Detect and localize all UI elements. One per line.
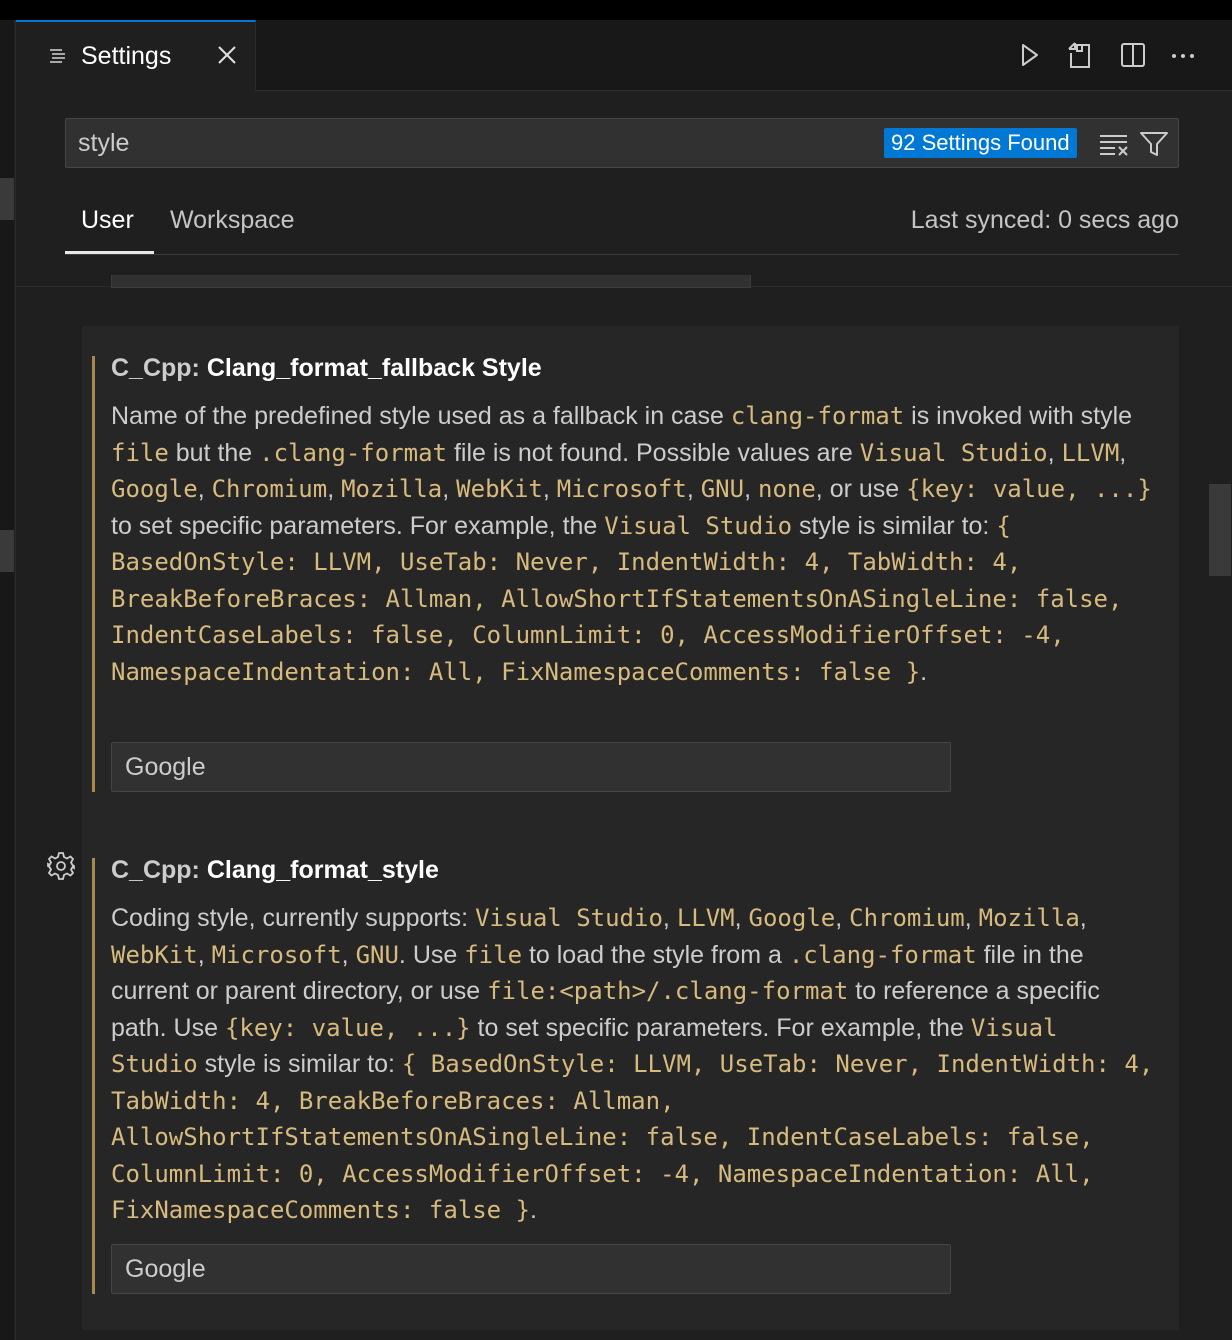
inline-code: file bbox=[464, 940, 523, 969]
setting-name: Clang_format_fallback Style bbox=[206, 354, 542, 382]
sidebar-rail-marker bbox=[0, 530, 14, 572]
setting-name: Clang_format_style bbox=[206, 856, 439, 884]
setting-category: C_Cpp: bbox=[111, 354, 207, 382]
run-icon[interactable] bbox=[1015, 41, 1043, 69]
settings-editor: Settings 92 bbox=[15, 20, 1232, 1340]
results-count-badge: 92 Settings Found bbox=[884, 128, 1077, 158]
inline-code: Google bbox=[748, 904, 836, 932]
description-text: , bbox=[744, 475, 758, 503]
settings-scope-tabs: User Workspace Last synced: 0 secs ago bbox=[65, 196, 1179, 255]
inline-code: Mozilla bbox=[978, 904, 1080, 932]
inline-code: GNU bbox=[700, 475, 745, 503]
inline-code: .clang-format bbox=[788, 940, 977, 969]
last-synced-status: Last synced: 0 secs ago bbox=[910, 206, 1179, 234]
tab-bar: Settings bbox=[16, 20, 1232, 91]
description-text: Name of the predefined style used as a f… bbox=[111, 402, 731, 430]
description-text: . bbox=[530, 1196, 537, 1224]
inline-code: Microsoft bbox=[556, 475, 687, 503]
inline-code: Mozilla bbox=[341, 475, 443, 503]
description-text: to load the style from a bbox=[522, 940, 789, 969]
clear-filter-icon[interactable] bbox=[1099, 131, 1129, 157]
window-top-strip bbox=[0, 0, 1232, 20]
close-icon[interactable] bbox=[214, 42, 240, 68]
filter-icon[interactable] bbox=[1139, 130, 1169, 158]
open-settings-json-icon[interactable] bbox=[1065, 41, 1093, 69]
description-text: . Use bbox=[398, 940, 465, 969]
description-text: , bbox=[442, 475, 457, 503]
sidebar-rail-marker bbox=[0, 178, 14, 220]
inline-code: none bbox=[758, 475, 816, 503]
tab-title: Settings bbox=[81, 42, 172, 70]
setting-title: C_Cpp: Clang_format_style bbox=[111, 856, 439, 885]
previous-setting-input[interactable] bbox=[111, 275, 751, 288]
description-text: file is not found. Possible values are bbox=[447, 438, 860, 467]
description-text: , bbox=[341, 940, 356, 969]
gear-icon[interactable] bbox=[46, 851, 76, 881]
inline-code: Visual Studio bbox=[475, 904, 663, 932]
inline-code: clang-format bbox=[730, 402, 905, 430]
settings-search: 92 Settings Found bbox=[65, 118, 1179, 168]
inline-code: {key: value, ...} bbox=[224, 1013, 471, 1042]
setting-title: C_Cpp: Clang_format_fallback Style bbox=[111, 354, 542, 383]
description-text: Coding style, currently supports: bbox=[111, 904, 476, 932]
description-text: , bbox=[686, 475, 701, 503]
description-text: , bbox=[1079, 904, 1087, 932]
setting-description: Coding style, currently supports: Visual… bbox=[111, 900, 1156, 1229]
description-text: , bbox=[542, 475, 557, 503]
description-text: , bbox=[964, 904, 979, 932]
tab-settings[interactable]: Settings bbox=[16, 20, 256, 91]
inline-code: GNU bbox=[355, 940, 399, 969]
description-text: style is similar to: bbox=[197, 1050, 402, 1078]
description-text: , bbox=[1047, 438, 1062, 467]
inline-code: WebKit bbox=[456, 475, 543, 503]
inline-code: .clang-format bbox=[259, 438, 447, 467]
description-text: , bbox=[197, 940, 212, 969]
description-text: but the bbox=[168, 438, 260, 467]
inline-code: Visual Studio bbox=[604, 511, 793, 540]
description-text: , bbox=[662, 904, 677, 932]
description-text: . bbox=[920, 657, 928, 686]
inline-code: LLVM bbox=[1061, 438, 1120, 467]
description-text: is invoked with style bbox=[904, 402, 1133, 430]
description-text: , or use bbox=[815, 475, 907, 503]
description-text: to set specific parameters. For example,… bbox=[111, 511, 605, 540]
description-text: , bbox=[327, 475, 342, 503]
setting-category: C_Cpp: bbox=[111, 856, 207, 884]
inline-code: file:<path>/.clang-format bbox=[487, 977, 849, 1005]
setting-description: Name of the predefined style used as a f… bbox=[111, 398, 1156, 690]
inline-code: Visual Studio bbox=[859, 438, 1048, 467]
description-text: , bbox=[197, 475, 212, 503]
active-tab-indicator bbox=[65, 251, 154, 254]
fallback-style-input[interactable] bbox=[111, 742, 951, 792]
description-text: , bbox=[734, 904, 749, 932]
inline-code: file bbox=[111, 438, 169, 467]
modified-indicator bbox=[92, 356, 95, 792]
inline-code: Chromium bbox=[849, 904, 965, 932]
description-text: to set specific parameters. For example,… bbox=[470, 1013, 971, 1042]
inline-code: Microsoft bbox=[211, 940, 342, 969]
more-actions-icon[interactable] bbox=[1169, 41, 1197, 69]
tab-workspace[interactable]: Workspace bbox=[170, 206, 295, 235]
search-input[interactable] bbox=[78, 127, 858, 159]
description-text: , bbox=[835, 904, 850, 932]
style-input[interactable] bbox=[111, 1244, 951, 1294]
inline-code: {key: value, ...} bbox=[906, 475, 1152, 503]
inline-code: LLVM bbox=[676, 904, 735, 932]
modified-indicator bbox=[92, 858, 95, 1294]
inline-code: Google bbox=[111, 475, 198, 503]
scrollbar[interactable] bbox=[1209, 484, 1231, 576]
split-editor-icon[interactable] bbox=[1119, 41, 1147, 69]
tab-user[interactable]: User bbox=[81, 206, 134, 235]
description-text: style is similar to: bbox=[792, 511, 997, 540]
settings-list-icon bbox=[50, 49, 65, 63]
sidebar-rail bbox=[0, 20, 14, 1340]
inline-code: WebKit bbox=[111, 940, 198, 969]
inline-code: Chromium bbox=[211, 475, 328, 503]
description-text: , bbox=[1119, 438, 1127, 467]
